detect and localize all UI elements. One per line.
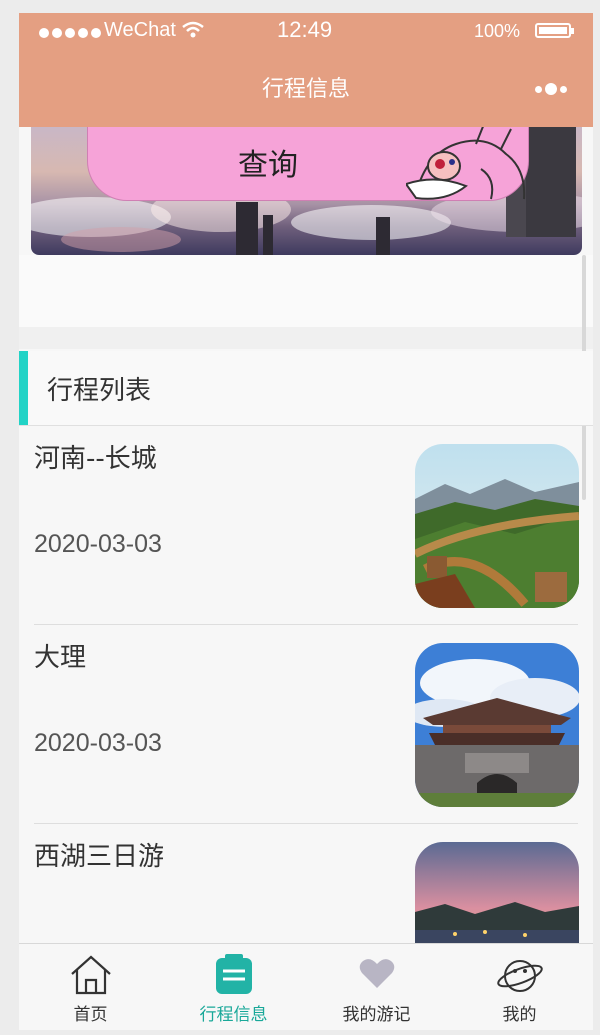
more-options-icon[interactable] (535, 83, 567, 95)
content-spacer (19, 255, 593, 327)
tab-label: 行程信息 (199, 1005, 268, 1025)
navigation-bar: 行程信息 (19, 51, 593, 127)
trip-name: 河南--长城 (34, 444, 157, 474)
trip-item[interactable]: 河南--长城 2020-03-03 (34, 426, 579, 625)
tab-label: 我的 (502, 1005, 537, 1025)
query-button[interactable]: 查询 (87, 127, 529, 201)
trip-name: 西湖三日游 (34, 842, 165, 872)
wifi-icon (182, 21, 204, 44)
section-title: 行程列表 (47, 376, 152, 406)
tab-my-travel-notes[interactable]: 我的游记 (305, 944, 448, 1030)
section-header: 行程列表 (19, 351, 593, 426)
clipboard-icon (212, 954, 256, 1000)
planet-icon (496, 954, 544, 1002)
section-divider (19, 327, 593, 349)
heart-icon (357, 954, 397, 998)
status-bar: WeChat 12:49 100% (19, 13, 593, 51)
battery-icon (535, 23, 574, 38)
trip-thumbnail (415, 643, 579, 807)
cartoon-character-icon (406, 127, 526, 200)
tab-trip-info[interactable]: 行程信息 (162, 944, 305, 1030)
query-button-label: 查询 (238, 148, 298, 183)
signal-strength-icon (39, 28, 101, 38)
phone-screen: WeChat 12:49 100% 行程信息 查询 行程列表 河南--长城 20… (19, 13, 593, 1030)
trip-date: 2020-03-03 (34, 729, 162, 757)
trip-item[interactable]: 大理 2020-03-03 (34, 625, 579, 824)
tab-home[interactable]: 首页 (19, 944, 162, 1030)
clock: 12:49 (277, 17, 333, 42)
section-accent-bar (19, 351, 28, 425)
tab-label: 我的游记 (342, 1005, 411, 1025)
carrier-name: WeChat (104, 19, 176, 41)
trip-thumbnail (415, 444, 579, 608)
tab-bar: 首页 行程信息 我的游记 我的 (19, 943, 593, 1030)
trip-name: 大理 (34, 643, 87, 673)
battery-percent: 100% (474, 21, 521, 41)
banner-image: 查询 (31, 127, 582, 255)
tab-me[interactable]: 我的 (448, 944, 591, 1030)
trip-date: 2020-03-03 (34, 530, 162, 558)
home-icon (68, 954, 114, 1000)
page-title: 行程信息 (261, 77, 350, 102)
tab-label: 首页 (73, 1005, 108, 1025)
